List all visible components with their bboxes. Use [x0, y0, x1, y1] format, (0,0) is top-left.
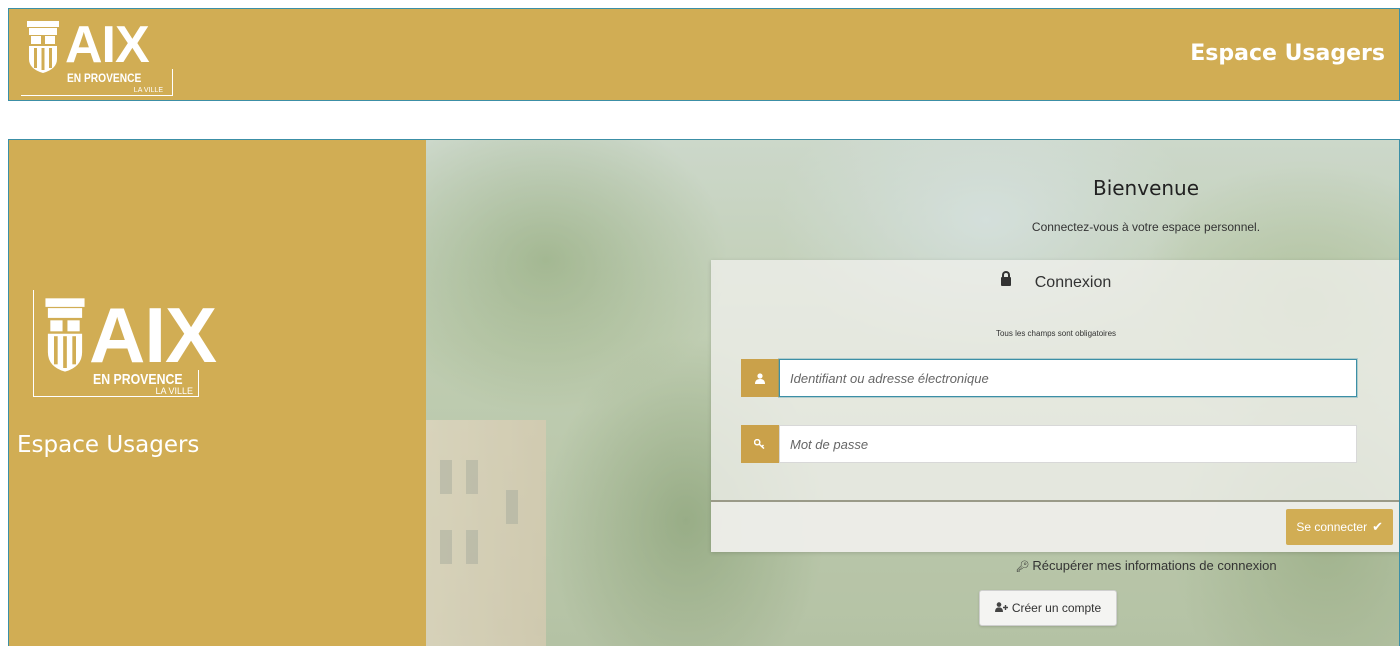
- login-card: Connexion Tous les champs sont obligatoi…: [711, 260, 1399, 552]
- logo-en-provence: EN PROVENCE: [93, 371, 183, 388]
- username-field-group: [741, 359, 1357, 397]
- logo-side-line: [172, 69, 173, 96]
- welcome-title: Bienvenue: [1092, 176, 1200, 200]
- logo-aix: AIX: [65, 16, 150, 74]
- welcome-subtitle: Connectez-vous à votre espace personnel.: [1031, 220, 1261, 234]
- logo-la-ville: LA VILLE: [133, 87, 163, 94]
- logo-la-ville: LA VILLE: [155, 386, 193, 396]
- username-input[interactable]: [779, 359, 1357, 397]
- logo-aix: AIX: [89, 291, 217, 379]
- login-card-footer: Se connecter ✔: [711, 502, 1399, 552]
- lock-icon: [1000, 271, 1011, 286]
- create-account-button[interactable]: Créer un compte: [979, 590, 1117, 626]
- city-logo[interactable]: AIX EN PROVENCE LA VILLE: [19, 15, 175, 97]
- coat-of-arms-icon: [27, 21, 59, 73]
- sidebar-title: Espace Usagers: [17, 432, 200, 458]
- recover-link-label: Récupérer mes informations de connexion: [1032, 558, 1277, 573]
- logo-side-line: [198, 370, 199, 397]
- background-photo: Bienvenue Connectez-vous à votre espace …: [426, 140, 1399, 646]
- recover-credentials-link[interactable]: 🔑︎ Récupérer mes informations de connexio…: [906, 558, 1386, 573]
- login-heading-label: Connexion: [1034, 274, 1112, 291]
- header-title: Espace Usagers: [1190, 41, 1385, 66]
- user-icon: [741, 359, 779, 397]
- check-icon: ✔: [1372, 519, 1383, 534]
- password-field-group: [741, 425, 1357, 463]
- sidebar-city-logo[interactable]: AIX EN PROVENCE LA VILLE: [33, 290, 217, 398]
- coat-of-arms-icon: [45, 298, 85, 372]
- required-fields-note: Tous les champs sont obligatoires: [995, 329, 1117, 338]
- logo-en-provence: EN PROVENCE: [67, 71, 142, 85]
- create-account-label: Créer un compte: [1011, 601, 1102, 615]
- login-button-label: Se connecter: [1296, 520, 1368, 534]
- key-icon: [741, 425, 779, 463]
- logo-frame-left: [33, 290, 34, 397]
- user-plus-icon: [994, 601, 1008, 615]
- top-header: AIX EN PROVENCE LA VILLE Espace Usagers: [8, 8, 1400, 101]
- login-heading: Connexion: [711, 271, 1399, 292]
- logo-underline: [33, 396, 199, 397]
- key-icon: 🔑︎: [1015, 561, 1030, 573]
- login-button[interactable]: Se connecter ✔: [1286, 509, 1393, 545]
- logo-underline: [21, 95, 173, 96]
- left-sidebar: AIX EN PROVENCE LA VILLE Espace Usagers: [9, 140, 426, 646]
- password-input[interactable]: [779, 425, 1357, 463]
- main-panel: AIX EN PROVENCE LA VILLE Espace Usagers …: [8, 139, 1400, 646]
